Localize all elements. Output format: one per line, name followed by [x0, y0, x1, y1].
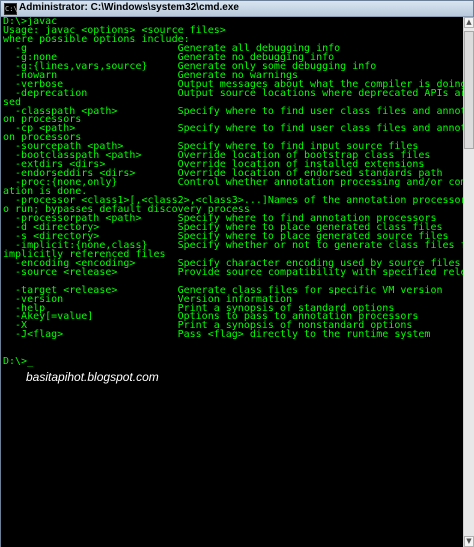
console-area[interactable]: D:\>javac Usage: javac <options> <source …: [1, 17, 463, 547]
vertical-scrollbar[interactable]: ▲ ▼: [463, 17, 474, 547]
scroll-down-arrow-icon[interactable]: ▼: [464, 536, 474, 547]
window-title: Administrator: C:\Windows\system32\cmd.e…: [19, 2, 239, 13]
console-line: -J<flag> Pass <flag> directly to the run…: [3, 329, 431, 341]
scrollbar-thumb[interactable]: [464, 31, 474, 149]
console-line: -deprecation Output source locations whe…: [3, 87, 463, 99]
cmd-icon: C:\: [4, 3, 18, 15]
title-bar[interactable]: C:\ Administrator: C:\Windows\system32\c…: [1, 1, 473, 17]
scroll-up-arrow-icon[interactable]: ▲: [464, 17, 474, 28]
console-line: -source <release> Provide source compati…: [3, 266, 463, 278]
watermark-text: basitapihot.blogspot.com: [26, 370, 159, 384]
console-output: D:\>javac Usage: javac <options> <source …: [3, 17, 463, 368]
console-line: D:\>_: [3, 356, 34, 368]
cmd-window: C:\ Administrator: C:\Windows\system32\c…: [0, 0, 474, 547]
